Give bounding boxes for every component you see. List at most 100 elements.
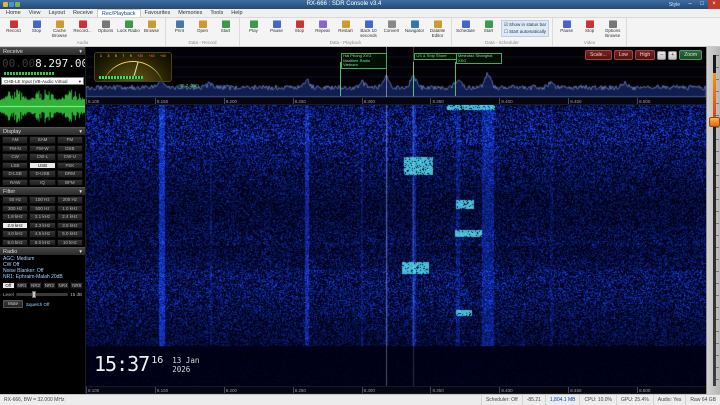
ribbon-button[interactable]: Record... [71,19,94,35]
mode-button[interactable]: D-USB [29,170,55,178]
maximize-button[interactable]: □ [696,0,708,9]
waterfall-panel[interactable]: 15:37 16 13 Jan 2026 [86,105,706,386]
receive-panel-header[interactable]: Receive ▾ [0,47,85,55]
ribbon-button[interactable]: Stop [25,19,48,35]
ribbon-button[interactable]: Record [2,19,25,35]
ribbon-button[interactable]: Pause [555,19,578,35]
nr-button[interactable]: NR2 [29,282,42,289]
mode-button[interactable]: FSK [57,162,83,170]
ribbon-button[interactable]: Lock Radio [117,19,140,35]
collapse-icon[interactable]: ▾ [79,128,82,135]
filter-button[interactable]: 6.0 kHz [2,239,28,247]
filter-button[interactable]: 1.8 kHz [2,213,28,221]
filter-button[interactable]: 2.9 kHz [2,222,28,230]
mode-button[interactable]: FM [57,136,83,144]
ribbon-button[interactable]: Stop [578,19,601,35]
audio-device-select[interactable]: CHB-LE Input (VB-Audio Virtual Cable) ▾ [1,77,84,85]
frequency-scale-bottom[interactable]: 8.100 8.150 8.200 8.250 8.300 8.350 8.400 8.450… [86,386,706,394]
mode-button[interactable]: FM-N [2,145,28,153]
radio-panel-header[interactable]: Radio ▾ [0,247,85,255]
checkbox-icon[interactable]: ☑ [504,22,508,27]
filter-button[interactable]: 2.4 kHz [57,213,83,221]
mode-button[interactable]: IQ [29,179,55,187]
ribbon-button[interactable]: Back 10 seconds [357,19,380,40]
filter-button[interactable]: 200 Hz [57,196,83,204]
frequency-scale-top[interactable]: 8.100 8.150 8.200 8.250 8.300 8.350 8.400 8.450… [86,97,706,105]
filter-button[interactable]: 300 Hz [2,205,28,213]
ribbon-button[interactable]: Convert [380,19,403,35]
ribbon-button[interactable]: Cache Browse [48,19,71,40]
mode-button[interactable]: RAW [2,179,28,187]
mode-button[interactable]: CW [2,153,28,161]
mode-button[interactable]: DSB [57,145,83,153]
filter-button[interactable]: 4.5 kHz [29,230,55,238]
mode-button[interactable]: SAM [29,136,55,144]
frequency-value[interactable]: 8.297.000 [35,57,86,70]
radio-setting-line[interactable]: NR1: Ephraim-Malah 20dB [3,274,82,280]
nr-button[interactable]: NR3 [43,282,56,289]
scale-button[interactable]: Scale... [585,50,612,60]
mode-button[interactable]: CW-U [57,153,83,161]
mute-button[interactable]: Mute [3,300,23,308]
filter-button[interactable]: 10 kHz [57,239,83,247]
mode-button[interactable]: BFM [57,179,83,187]
minimize-button[interactable]: – [684,0,696,9]
ribbon-button[interactable]: Play [242,19,265,35]
level-slider-thumb[interactable] [32,291,36,298]
ribbon-tab[interactable]: Memories [174,9,206,17]
ribbon-tab[interactable]: Rec/Playback [97,9,141,17]
scheduler-checkbox[interactable]: ☐Start automatically [504,29,546,35]
close-button[interactable]: × [708,0,720,9]
nr-button[interactable]: Off [2,282,15,289]
ribbon-tab[interactable]: Home [2,9,25,17]
mode-button[interactable]: LSB [2,162,28,170]
ribbon-button[interactable]: Start [214,19,237,35]
mode-button[interactable]: DRM [57,170,83,178]
marker-label[interactable]: Meteofax Shanghai XSG [456,53,502,64]
ribbon-tab[interactable]: Layout [45,9,70,17]
ribbon-button[interactable]: Repeat [311,19,334,35]
ribbon-button[interactable]: Pause [265,19,288,35]
ribbon-button[interactable]: Navigator [403,19,426,35]
ribbon-tab[interactable]: Receive [69,9,97,17]
nr-button[interactable]: NR1 [16,282,29,289]
collapse-icon[interactable]: ▾ [79,188,82,195]
filter-button[interactable]: 500 Hz [29,205,55,213]
filter-button[interactable]: 2.1 kHz [29,213,55,221]
collapse-icon[interactable]: ▾ [79,48,82,55]
zoom-in-button[interactable]: + [668,51,677,60]
display-panel-header[interactable]: Display ▾ [0,127,85,135]
scheduler-checkbox[interactable]: ☑Show in status bar [504,22,546,28]
filter-button[interactable]: 3.5 kHz [57,222,83,230]
filter-button[interactable]: 4.0 kHz [2,230,28,238]
ribbon-button[interactable]: Restart [334,19,357,35]
ribbon-tab[interactable]: Help [227,9,246,17]
nr-button[interactable]: NR5 [70,282,83,289]
chevron-down-icon[interactable]: ▾ [79,78,81,84]
ribbon-tab[interactable]: Favourites [141,9,175,17]
zoom-button[interactable]: Zoom [679,50,702,60]
ribbon-button[interactable]: Options Browse [601,19,624,40]
checkbox-icon[interactable]: ☐ [504,29,508,34]
waterfall-canvas[interactable] [86,105,706,386]
collapse-icon[interactable]: ▾ [79,248,82,255]
filter-panel-header[interactable]: Filter ▾ [0,187,85,195]
filter-button[interactable]: 100 Hz [29,196,55,204]
ribbon-button[interactable]: Start [477,19,500,35]
mode-button[interactable]: D-LSB [2,170,28,178]
filter-button[interactable]: 5.0 kHz [57,230,83,238]
level-slider[interactable] [16,293,68,296]
ribbon-tab[interactable]: Tools [206,9,227,17]
ribbon-button[interactable]: Schedule [454,19,477,35]
save-icon[interactable] [9,2,14,7]
undo-icon[interactable] [15,2,20,7]
high-button[interactable]: High [635,50,655,60]
filter-button[interactable]: 50 Hz [2,196,28,204]
ribbon-button[interactable]: Options [94,19,117,35]
mode-button[interactable]: CW-L [29,153,55,161]
ribbon-button[interactable]: Browse [140,19,163,35]
squelch-status[interactable]: Squelch Off [26,302,49,307]
filter-button[interactable]: 8.0 kHz [29,239,55,247]
spectrum-panel[interactable]: Hai Phong XVG Maritime Radio Vietnam US … [86,47,706,97]
low-button[interactable]: Low [614,50,633,60]
